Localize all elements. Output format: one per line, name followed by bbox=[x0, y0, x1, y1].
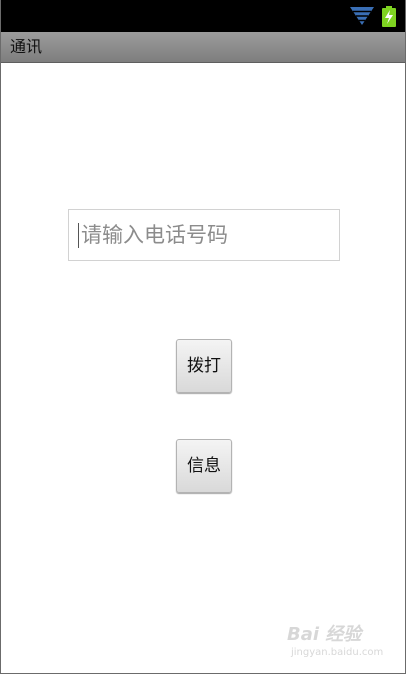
phone-screen: 通讯 请输入电话号码 拨打 信息 Bai 经验 jingyan.baidu.co… bbox=[0, 0, 406, 674]
message-button[interactable]: 信息 bbox=[176, 439, 232, 493]
phone-input-placeholder: 请输入电话号码 bbox=[81, 223, 228, 247]
text-cursor bbox=[78, 223, 79, 248]
status-bar bbox=[1, 0, 405, 32]
watermark-url: jingyan.baidu.com bbox=[291, 647, 384, 658]
phone-number-input[interactable]: 请输入电话号码 bbox=[68, 209, 340, 261]
watermark-brand: Bai 经验 bbox=[287, 624, 362, 645]
dial-button[interactable]: 拨打 bbox=[176, 339, 232, 393]
app-title: 通讯 bbox=[10, 37, 43, 56]
watermark: Bai 经验 jingyan.baidu.com bbox=[287, 622, 395, 664]
wifi-icon bbox=[350, 7, 374, 25]
title-bar: 通讯 bbox=[1, 32, 405, 63]
battery-charging-icon bbox=[382, 6, 396, 27]
